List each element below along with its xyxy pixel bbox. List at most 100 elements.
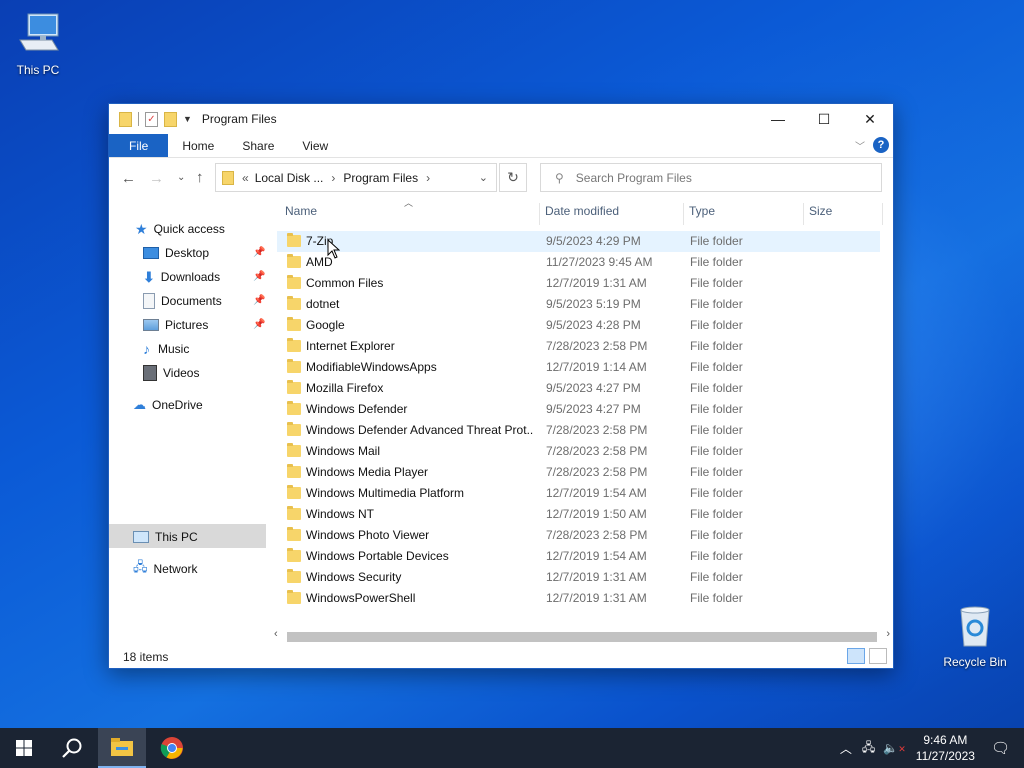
up-button[interactable]: ↑ [196, 169, 204, 186]
column-header-size[interactable]: Size [809, 204, 832, 222]
scroll-right-icon[interactable]: › [886, 628, 890, 640]
file-type: File folder [690, 234, 743, 248]
horizontal-scrollbar[interactable]: ‹ › [271, 628, 893, 645]
file-row[interactable]: Windows Photo Viewer 7/28/2023 2:58 PM Fil… [277, 525, 880, 546]
nav-item-videos[interactable]: Videos [143, 362, 199, 384]
details-view-button[interactable] [847, 648, 865, 664]
file-row[interactable]: Windows Security 12/7/2019 1:31 AM File fo… [277, 567, 880, 588]
address-bar[interactable]: « Local Disk ... › Program Files › ⌄ [215, 163, 497, 192]
nav-item-music[interactable]: ♪ Music [143, 338, 189, 360]
nav-item-network[interactable]: 🖧 Network [133, 558, 198, 580]
taskbar-file-explorer[interactable] [98, 728, 146, 768]
address-segment-program-files[interactable]: Program Files [343, 171, 418, 185]
file-name: Windows NT [306, 507, 375, 521]
show-hidden-icons-icon[interactable]: ︿ [840, 740, 852, 757]
customize-toolbar-icon[interactable]: ▼ [183, 114, 192, 124]
file-row[interactable]: 7-Zip 9/5/2023 4:29 PM File folder [277, 231, 880, 252]
scroll-left-icon[interactable]: ‹ [274, 628, 278, 640]
desktop-icon-this-pc[interactable]: This PC [0, 10, 76, 77]
file-row[interactable]: Windows Defender Advanced Threat Prot...… [277, 420, 880, 441]
documents-icon [143, 293, 155, 309]
file-name: 7-Zip [306, 234, 334, 248]
nav-item-pictures[interactable]: Pictures [143, 314, 208, 336]
file-type: File folder [690, 486, 743, 500]
expand-ribbon-icon[interactable]: ﹀ [855, 138, 865, 153]
file-row[interactable]: Windows Defender 9/5/2023 4:27 PM File fol… [277, 399, 880, 420]
search-button[interactable] [48, 728, 96, 768]
column-divider[interactable] [683, 203, 684, 225]
column-header-date[interactable]: Date modified [545, 204, 619, 222]
scrollbar-thumb[interactable] [287, 632, 877, 642]
nav-item-desktop[interactable]: Desktop [143, 242, 209, 264]
star-icon: ★ [135, 220, 148, 237]
file-row[interactable]: Windows NT 12/7/2019 1:50 AM File folder [277, 504, 880, 525]
column-divider[interactable] [882, 203, 883, 225]
new-folder-icon[interactable] [164, 111, 177, 127]
pin-icon[interactable]: 📌 [253, 271, 265, 282]
column-divider[interactable] [539, 203, 540, 225]
nav-item-downloads[interactable]: ⬇ Downloads [143, 266, 220, 288]
file-row[interactable]: Internet Explorer 7/28/2023 2:58 PM File f… [277, 336, 880, 357]
folder-icon [287, 296, 301, 310]
back-button[interactable]: ← [121, 170, 136, 187]
search-input[interactable]: Search Program Files [576, 171, 692, 185]
minimize-button[interactable]: — [755, 104, 801, 134]
nav-item-quick-access[interactable]: ★ Quick access [135, 218, 225, 240]
recent-locations-button[interactable]: ⌄ [177, 172, 185, 183]
file-row[interactable]: ModifiableWindowsApps 12/7/2019 1:14 AM Fi… [277, 357, 880, 378]
file-row[interactable]: Mozilla Firefox 9/5/2023 4:27 PM File fold… [277, 378, 880, 399]
file-row[interactable]: Windows Mail 7/28/2023 2:58 PM File folder [277, 441, 880, 462]
close-button[interactable]: ✕ [847, 104, 893, 134]
maximize-button[interactable]: ☐ [801, 104, 847, 134]
start-button[interactable] [0, 728, 48, 768]
file-row[interactable]: Windows Media Player 7/28/2023 2:58 PM Fil… [277, 462, 880, 483]
file-row[interactable]: Google 9/5/2023 4:28 PM File folder [277, 315, 880, 336]
file-row[interactable]: dotnet 9/5/2023 5:19 PM File folder [277, 294, 880, 315]
taskbar-chrome[interactable] [148, 728, 196, 768]
file-row[interactable]: Common Files 12/7/2019 1:31 AM File folder [277, 273, 880, 294]
tab-home[interactable]: Home [168, 134, 228, 157]
forward-button[interactable]: → [149, 170, 164, 187]
volume-muted-icon[interactable]: 🔈✕ [883, 741, 906, 755]
properties-icon[interactable]: ✓ [145, 111, 158, 127]
column-divider[interactable] [803, 203, 804, 225]
file-row[interactable]: Windows Portable Devices 12/7/2019 1:54 A… [277, 546, 880, 567]
tab-file[interactable]: File [109, 134, 169, 157]
tab-view[interactable]: View [288, 134, 342, 157]
file-row[interactable]: AMD 11/27/2023 9:45 AM File folder [277, 252, 880, 273]
chevron-right-icon[interactable]: › [331, 171, 335, 185]
help-button[interactable]: ? [873, 137, 889, 153]
file-date-modified: 12/7/2019 1:54 AM [546, 549, 647, 563]
pin-icon[interactable]: 📌 [253, 247, 265, 258]
file-date-modified: 9/5/2023 4:29 PM [546, 234, 641, 248]
nav-item-documents[interactable]: Documents [143, 290, 222, 312]
status-item-count: 18 items [123, 650, 169, 664]
address-segment-local-disk[interactable]: Local Disk ... [255, 171, 324, 185]
file-type: File folder [690, 591, 743, 605]
column-header-type[interactable]: Type [689, 204, 715, 222]
desktop-icon-recycle-bin[interactable]: Recycle Bin [937, 602, 1013, 669]
file-row[interactable]: WindowsPowerShell 12/7/2019 1:31 AM File f… [277, 588, 880, 609]
title-bar[interactable]: ✓ ▼ Program Files — ☐ ✕ [109, 104, 893, 134]
file-name: Windows Security [306, 570, 402, 584]
network-icon[interactable]: 🖧 [862, 738, 875, 759]
large-icons-view-button[interactable] [869, 648, 887, 664]
search-box[interactable]: ⚲ Search Program Files [540, 163, 882, 192]
address-dropdown-icon[interactable]: ⌄ [479, 171, 488, 184]
tab-share[interactable]: Share [228, 134, 288, 157]
address-overflow[interactable]: « [242, 171, 249, 185]
nav-item-onedrive[interactable]: ☁ OneDrive [133, 394, 203, 416]
file-date-modified: 11/27/2023 9:45 AM [546, 255, 653, 269]
notifications-icon[interactable]: 🗨 [991, 739, 1010, 757]
file-date-modified: 7/28/2023 2:58 PM [546, 339, 648, 353]
pin-icon[interactable]: 📌 [253, 319, 265, 330]
file-row[interactable]: Windows Multimedia Platform 12/7/2019 1:5… [277, 483, 880, 504]
refresh-button[interactable]: ↻ [499, 163, 527, 192]
column-header-name[interactable]: Name [285, 204, 317, 222]
pin-icon[interactable]: 📌 [253, 295, 265, 306]
mouse-cursor-icon [327, 239, 340, 259]
nav-item-this-pc[interactable]: This PC [133, 526, 198, 548]
chevron-right-icon[interactable]: › [426, 171, 430, 185]
file-type: File folder [690, 465, 743, 479]
clock[interactable]: 9:46 AM 11/27/2023 [916, 732, 975, 764]
